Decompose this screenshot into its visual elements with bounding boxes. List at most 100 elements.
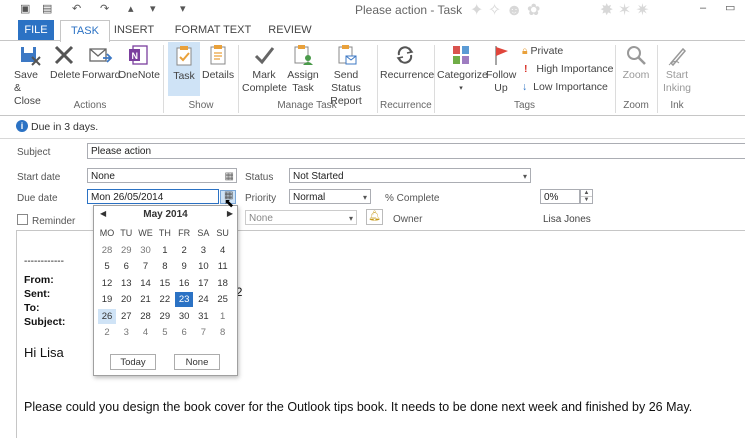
calendar-day[interactable]: 3: [194, 243, 212, 258]
stepper-down-icon[interactable]: ▼: [581, 196, 592, 203]
calendar-day[interactable]: 6: [175, 325, 193, 340]
calendar-day[interactable]: 20: [117, 292, 135, 307]
calendar-day[interactable]: 29: [156, 309, 174, 324]
forward-button[interactable]: Forward: [82, 43, 121, 82]
calendar-day[interactable]: 8: [156, 259, 174, 274]
calendar-day[interactable]: 21: [137, 292, 155, 307]
percent-complete-input[interactable]: 0%: [540, 189, 580, 204]
calendar-day[interactable]: 9: [175, 259, 193, 274]
start-inking-button[interactable]: Start Inking: [661, 43, 693, 95]
zoom-button[interactable]: Zoom: [619, 43, 653, 82]
calendar-day[interactable]: 22: [156, 292, 174, 307]
save-icon[interactable]: ▣: [20, 2, 30, 15]
percent-complete-label: % Complete: [385, 193, 440, 204]
none-button[interactable]: None: [174, 354, 220, 370]
mark-complete-label: Mark Complete: [242, 69, 287, 94]
save-close-icon: [21, 47, 41, 66]
mark-complete-button[interactable]: Mark Complete: [242, 43, 287, 95]
status-select[interactable]: Not Started ▾: [289, 168, 531, 183]
arrow-down-icon[interactable]: ▾: [150, 2, 156, 15]
reminder-label: Reminder: [32, 216, 76, 227]
details-button[interactable]: Details: [202, 43, 234, 82]
calendar-day[interactable]: 17: [194, 276, 212, 291]
high-importance-button[interactable]: ! High Importance: [524, 63, 613, 75]
reminder-time-select[interactable]: None ▾: [245, 210, 357, 225]
info-icon: i: [16, 120, 28, 132]
chevron-down-icon: ▾: [348, 214, 353, 223]
customize-icon[interactable]: ▾: [180, 2, 186, 15]
tab-task[interactable]: TASK: [60, 20, 110, 42]
calendar-day[interactable]: 18: [214, 276, 232, 291]
calendar-day[interactable]: 28: [137, 309, 155, 324]
reminder-checkbox-box[interactable]: [17, 214, 28, 225]
calendar-day[interactable]: 27: [117, 309, 135, 324]
private-button[interactable]: 🔒︎ Private: [522, 45, 563, 58]
calendar-day[interactable]: 19: [98, 292, 116, 307]
calendar-day[interactable]: 4: [137, 325, 155, 340]
next-month-icon[interactable]: ▶: [227, 209, 233, 218]
calendar-day[interactable]: 2: [98, 325, 116, 340]
calendar-day[interactable]: 10: [194, 259, 212, 274]
today-button[interactable]: Today: [110, 354, 156, 370]
calendar-day[interactable]: 14: [137, 276, 155, 291]
reminder-checkbox[interactable]: Reminder: [17, 214, 75, 227]
minimize-icon[interactable]: –: [700, 2, 706, 14]
calendar-day[interactable]: 23: [175, 292, 194, 307]
low-importance-button[interactable]: ↓ Low Importance: [522, 81, 608, 93]
calendar-day[interactable]: 5: [98, 259, 116, 274]
calendar-day[interactable]: 26: [98, 308, 116, 324]
priority-select[interactable]: Normal ▾: [289, 189, 371, 204]
delete-button[interactable]: Delete: [50, 43, 80, 82]
calendar-icon[interactable]: ▦: [225, 169, 234, 182]
calendar-day[interactable]: 29: [117, 243, 135, 258]
body-from-label: From:: [24, 274, 54, 286]
arrow-up-icon[interactable]: ▴: [128, 2, 134, 15]
body-greeting: Hi Lisa: [24, 345, 64, 360]
calendar-day[interactable]: 30: [175, 309, 193, 324]
weekday-label: TH: [158, 228, 171, 238]
calendar-day[interactable]: 12: [98, 276, 116, 291]
body-to-label: To:: [24, 302, 40, 314]
calendar-day[interactable]: 28: [98, 243, 116, 258]
send-status-report-button[interactable]: Send Status Report: [320, 43, 372, 108]
calendar-day[interactable]: 6: [117, 259, 135, 274]
calendar-day[interactable]: 31: [194, 309, 212, 324]
calendar-day[interactable]: 15: [156, 276, 174, 291]
assign-task-button[interactable]: Assign Task: [287, 43, 319, 95]
maximize-icon[interactable]: ▭: [725, 1, 735, 14]
tab-review[interactable]: REVIEW: [262, 20, 318, 40]
calendar-day[interactable]: 5: [156, 325, 174, 340]
calendar-day[interactable]: 13: [117, 276, 135, 291]
sound-icon[interactable]: 🔔︎: [366, 209, 383, 225]
subject-input[interactable]: Please action: [87, 143, 745, 159]
task-view-button[interactable]: Task: [168, 42, 200, 96]
calendar-day[interactable]: 4: [214, 243, 232, 258]
tab-insert[interactable]: INSERT: [110, 20, 158, 40]
calendar-day[interactable]: 2: [175, 243, 193, 258]
follow-up-button[interactable]: Follow Up: [486, 43, 516, 95]
tab-format-text[interactable]: FORMAT TEXT: [165, 20, 261, 40]
categorize-button[interactable]: Categorize ▾: [437, 43, 488, 95]
redo-icon[interactable]: ↷: [100, 2, 109, 15]
save-close-button[interactable]: Save & Close: [14, 43, 46, 108]
calendar-day[interactable]: 8: [214, 325, 232, 340]
calendar-day[interactable]: 7: [194, 325, 212, 340]
start-date-input[interactable]: None ▦: [87, 168, 237, 183]
calendar-day[interactable]: 1: [156, 243, 174, 258]
calendar-day[interactable]: 16: [175, 276, 193, 291]
undo-icon[interactable]: ↶: [72, 2, 81, 15]
calendar-day[interactable]: 11: [214, 259, 232, 274]
calendar-day[interactable]: 3: [117, 325, 135, 340]
calendar-month: May 2014: [143, 209, 188, 220]
percent-stepper[interactable]: ▲ ▼: [580, 189, 593, 204]
details-label: Details: [202, 69, 235, 81]
calendar-day[interactable]: 30: [137, 243, 155, 258]
onenote-button[interactable]: N OneNote: [118, 43, 160, 82]
due-date-input[interactable]: Mon 26/05/2014: [87, 189, 219, 204]
calendar-day[interactable]: 1: [214, 309, 232, 324]
calendar-day[interactable]: 7: [137, 259, 155, 274]
calendar-day[interactable]: 24: [194, 292, 212, 307]
tab-file[interactable]: FILE: [18, 20, 54, 40]
recurrence-button[interactable]: Recurrence: [380, 43, 434, 82]
calendar-day[interactable]: 25: [214, 292, 232, 307]
